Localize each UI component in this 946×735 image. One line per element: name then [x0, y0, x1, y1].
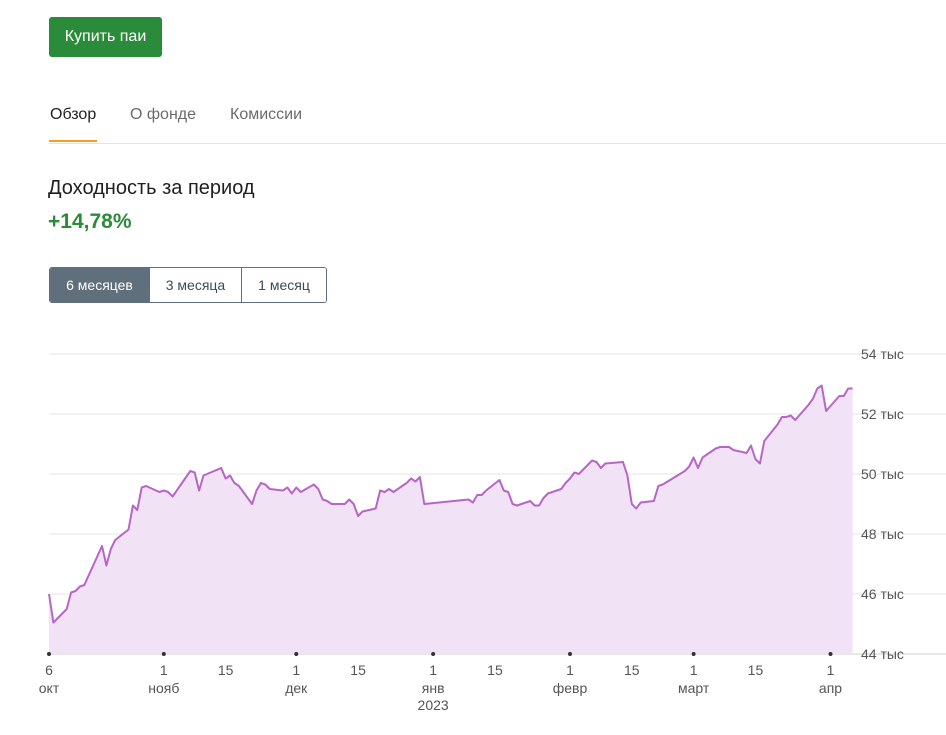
- tab-about-fund[interactable]: О фонде: [130, 106, 196, 124]
- performance-value: +14,78%: [48, 210, 132, 233]
- x-tick-label: 15: [624, 662, 640, 678]
- x-tick-label: 1: [690, 662, 698, 678]
- x-tick-month-label: февр: [553, 680, 588, 696]
- performance-title: Доходность за период: [48, 177, 255, 199]
- y-axis: 54 тыс 52 тыс 50 тыс 48 тыс 46 тыс 44 тыс: [861, 346, 904, 662]
- x-tick-label: 1: [566, 662, 574, 678]
- x-tick-dot: [431, 652, 436, 656]
- tab-commissions[interactable]: Комиссии: [230, 106, 302, 124]
- x-tick-month-label: янв: [422, 680, 445, 696]
- y-tick-label: 52 тыс: [861, 406, 904, 422]
- x-tick-month-label: дек: [285, 680, 308, 696]
- x-tick-label: 15: [218, 662, 234, 678]
- y-tick-label: 44 тыс: [861, 646, 904, 662]
- x-axis: 6 окт 1 нояб 15 1 дек 15 1 янв2023 15 1 февр 15 1 март 1…: [39, 652, 842, 713]
- x-tick-label: 6: [45, 662, 53, 678]
- x-tick-dot: [568, 652, 573, 656]
- period-selector: 6 месяцев 3 месяца 1 месяц: [49, 267, 327, 303]
- x-tick-label: 1: [429, 662, 437, 678]
- x-tick-dot: [47, 652, 51, 656]
- x-tick-dot: [828, 652, 833, 656]
- y-tick-label: 46 тыс: [861, 586, 904, 602]
- x-tick-label: 15: [748, 662, 764, 678]
- x-tick-dot: [161, 652, 166, 656]
- y-tick-label: 48 тыс: [861, 526, 904, 542]
- chart-area-fill: [49, 385, 853, 654]
- performance-chart: 54 тыс 52 тыс 50 тыс 48 тыс 46 тыс 44 тыс 6 ок…: [39, 346, 946, 713]
- x-tick-month-label: нояб: [148, 680, 179, 696]
- x-tick-month-label: март: [678, 680, 710, 696]
- tabs-bar: Обзор О фонде Комиссии: [49, 100, 946, 144]
- tab-overview[interactable]: Обзор: [50, 106, 96, 124]
- x-tick-label: 1: [160, 662, 168, 678]
- period-6-months-button[interactable]: 6 месяцев: [50, 268, 150, 302]
- x-tick-dot: [691, 652, 696, 656]
- buy-units-button[interactable]: Купить паи: [49, 17, 162, 57]
- x-tick-month-label: окт: [39, 680, 60, 696]
- y-tick-label: 54 тыс: [861, 346, 904, 362]
- x-tick-label: 1: [827, 662, 835, 678]
- period-1-month-button[interactable]: 1 месяц: [242, 268, 326, 302]
- x-tick-year-label: 2023: [418, 697, 449, 713]
- x-tick-month-label: апр: [819, 680, 842, 696]
- x-tick-dot: [294, 652, 299, 656]
- x-tick-label: 1: [292, 662, 300, 678]
- x-tick-label: 15: [487, 662, 503, 678]
- period-3-months-button[interactable]: 3 месяца: [150, 268, 242, 302]
- y-tick-label: 50 тыс: [861, 466, 904, 482]
- active-tab-indicator: [49, 140, 97, 142]
- x-tick-label: 15: [350, 662, 366, 678]
